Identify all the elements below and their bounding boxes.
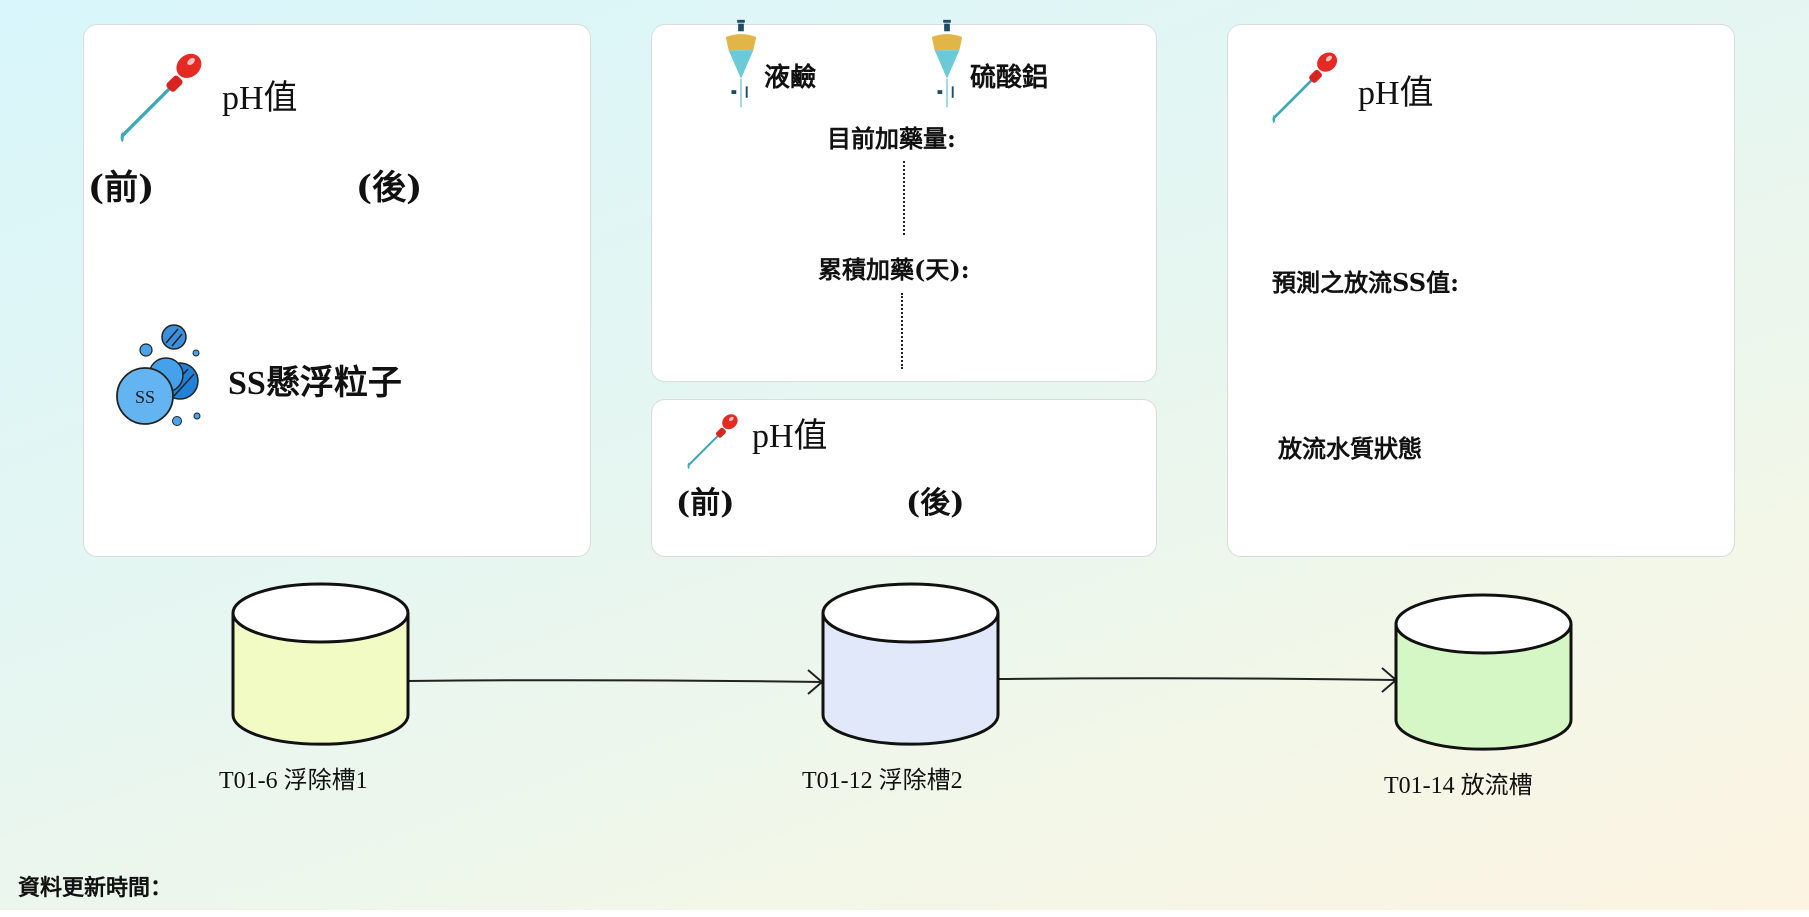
ph-before-label: (前) <box>676 486 735 521</box>
ph-title: pH值 <box>222 80 298 117</box>
ph-before-label: (前) <box>88 168 155 208</box>
tank-t01-12[interactable] <box>821 582 1000 746</box>
dropper-icon <box>114 47 206 147</box>
funnel-icon <box>928 19 966 111</box>
ph-after-label: (後) <box>356 168 423 208</box>
dosing-card: 液鹼 硫酸鋁 目前加藥量: 累積加藥(天): <box>651 24 1157 382</box>
funnel-icon <box>722 19 760 111</box>
dropper-icon <box>1268 47 1340 127</box>
ss-icon-text: SS <box>135 387 155 407</box>
dropper-icon <box>682 410 742 472</box>
ss-title: SS懸浮粒子 <box>228 365 402 402</box>
tank-label: T01-14 放流槽 <box>1384 773 1533 799</box>
current-dose-label: 目前加藥量: <box>827 124 956 153</box>
tank1-info-card: pH值 (前) (後) SS SS懸浮粒子 <box>83 24 591 557</box>
tank-t01-6[interactable] <box>231 582 410 746</box>
predicted-ss-label: 預測之放流SS值: <box>1272 268 1459 297</box>
tank-t01-14[interactable] <box>1394 593 1573 751</box>
update-time-label: 資料更新時間： <box>18 875 173 901</box>
ph-title: pH值 <box>1358 75 1434 112</box>
ph-after-label: (後) <box>906 486 965 521</box>
effluent-quality-label: 放流水質狀態 <box>1278 434 1422 463</box>
tank-label: T01-12 浮除槽2 <box>802 768 963 794</box>
cumulative-dose-label: 累積加藥(天): <box>818 255 970 284</box>
flow-arrow <box>997 667 1398 693</box>
suspended-particles-icon: SS <box>116 324 201 426</box>
process-flow-diagram <box>231 582 1573 751</box>
chemical-naoh-label: 液鹼 <box>764 63 817 93</box>
ph-title: pH值 <box>752 418 828 455</box>
tank-label: T01-6 浮除槽1 <box>219 768 368 794</box>
cumulative-dose-placeholder <box>901 293 903 369</box>
current-dose-placeholder <box>903 161 905 235</box>
effluent-card: pH值 預測之放流SS值: 放流水質狀態 <box>1227 24 1735 557</box>
flow-arrow <box>407 669 824 695</box>
chemical-alum-label: 硫酸鋁 <box>970 63 1049 93</box>
tank2-ph-card: pH值 (前) (後) <box>651 399 1157 557</box>
